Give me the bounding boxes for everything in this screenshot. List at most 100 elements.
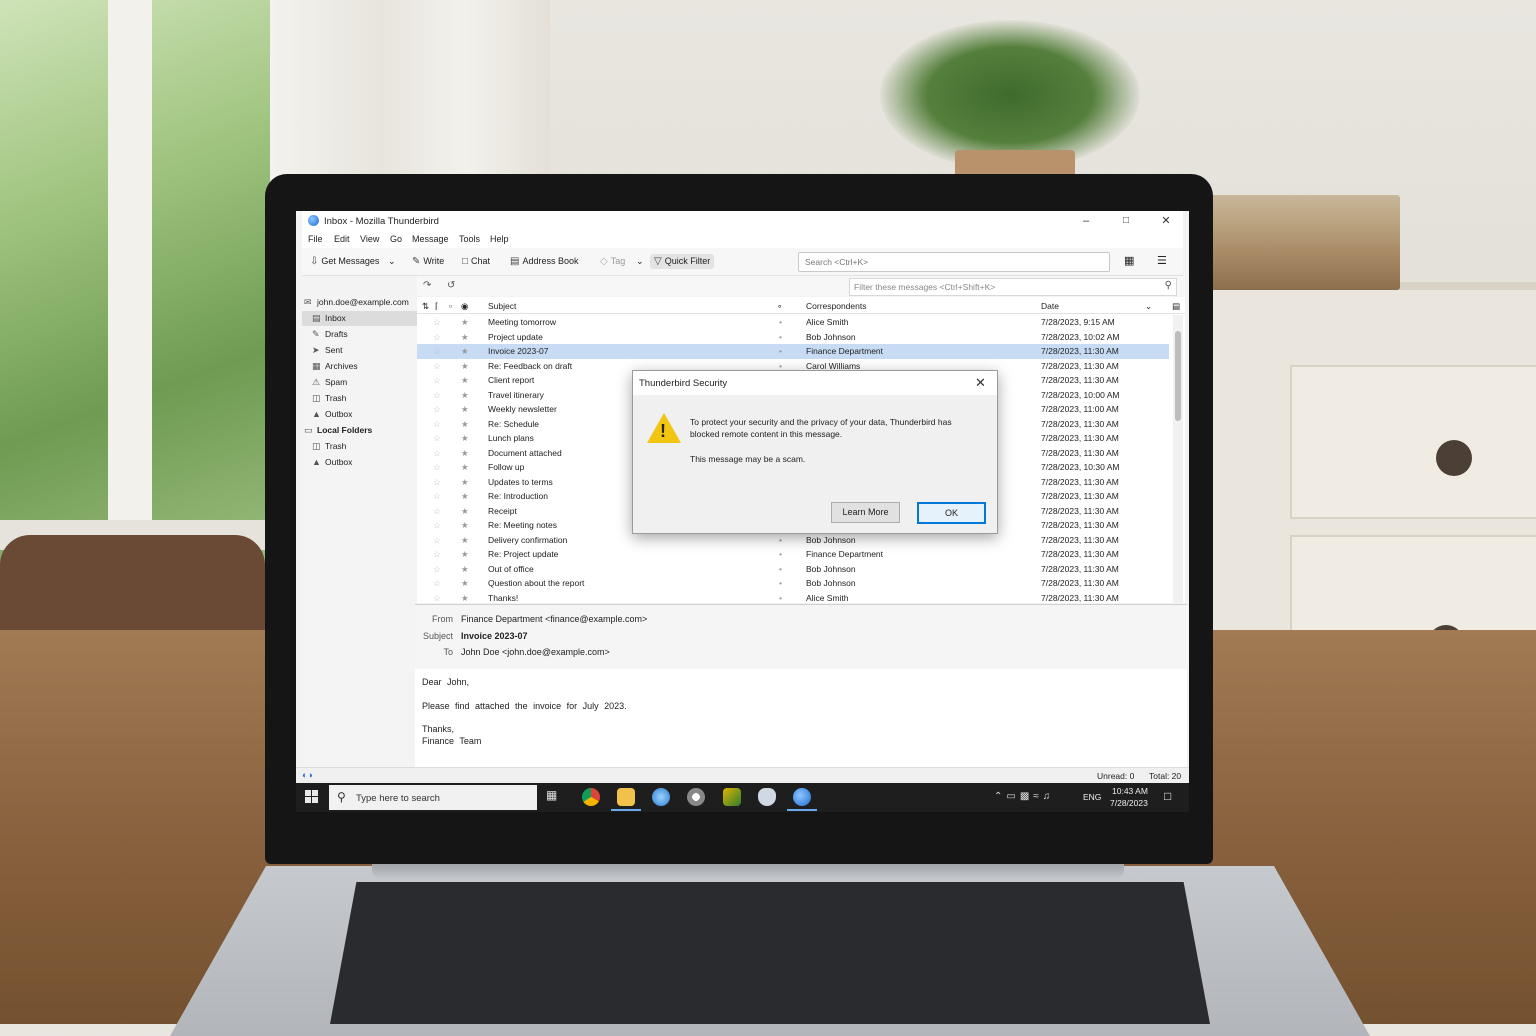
star-icon[interactable]: ☆ xyxy=(433,489,441,504)
star-icon[interactable]: ☆ xyxy=(433,576,441,591)
message-row[interactable]: ☆ ★ Re: Project update • Finance Department 7… xyxy=(417,547,1169,562)
chrome-icon[interactable] xyxy=(582,788,600,806)
read-dot-icon[interactable]: • xyxy=(779,344,782,359)
global-search-box[interactable]: Search <Ctrl+K> xyxy=(798,252,1110,272)
thread-star-icon[interactable]: ★ xyxy=(461,315,469,330)
write-button[interactable]: ✎ Write xyxy=(412,254,444,269)
folder-local-folders[interactable]: ▭ Local Folders xyxy=(302,423,417,438)
app-tile-icon[interactable] xyxy=(723,788,741,806)
online-status-icon[interactable]: ◐◑ xyxy=(302,770,313,780)
from-value[interactable]: Finance Department <finance@example.com> xyxy=(461,614,647,624)
ok-button[interactable]: OK xyxy=(917,502,986,524)
read-dot-icon[interactable]: • xyxy=(779,315,782,330)
menu-tools[interactable]: Tools xyxy=(459,234,480,244)
read-column-icon[interactable]: ◉ xyxy=(461,301,468,312)
shield-icon[interactable] xyxy=(758,788,776,806)
thread-star-icon[interactable]: ★ xyxy=(461,518,469,533)
star-icon[interactable]: ☆ xyxy=(433,446,441,461)
folder-local-outbox[interactable]: ▲ Outbox xyxy=(302,455,417,470)
global-search-input[interactable]: Search <Ctrl+K> xyxy=(805,257,868,267)
star-icon[interactable]: ☆ xyxy=(433,315,441,330)
read-dot-icon[interactable]: • xyxy=(779,591,782,606)
filter-box[interactable]: Filter these messages <Ctrl+Shift+K> ⚲ xyxy=(849,278,1177,296)
star-icon[interactable]: ☆ xyxy=(433,373,441,388)
folder-local-trash[interactable]: ◫ Trash xyxy=(302,439,417,454)
message-row[interactable]: ☆ ★ Question about the report • Bob Johnson 7… xyxy=(417,576,1169,591)
column-subject[interactable]: Subject xyxy=(488,301,516,311)
thread-star-icon[interactable]: ★ xyxy=(461,431,469,446)
windows-start-icon[interactable] xyxy=(305,790,319,804)
message-row[interactable]: ☆ ★ Project update • Bob Johnson 7/28/2023, 1… xyxy=(417,330,1169,345)
menu-view[interactable]: View xyxy=(360,234,379,244)
address-book-button[interactable]: ▤ Address Book xyxy=(510,254,578,269)
thread-column-icon[interactable]: ⇅ xyxy=(422,301,429,312)
thread-star-icon[interactable]: ★ xyxy=(461,576,469,591)
tag-dropdown[interactable]: ⌄ xyxy=(636,254,644,269)
thread-star-icon[interactable]: ★ xyxy=(461,547,469,562)
thread-star-icon[interactable]: ★ xyxy=(461,388,469,403)
star-icon[interactable]: ☆ xyxy=(433,344,441,359)
dialog-titlebar[interactable]: Thunderbird Security ✕ xyxy=(633,371,997,395)
close-button[interactable]: ✕ xyxy=(1156,213,1176,229)
star-icon[interactable]: ☆ xyxy=(433,547,441,562)
folder-archives[interactable]: ▦ Archives xyxy=(302,359,417,374)
folder-spam[interactable]: ⚠ Spam xyxy=(302,375,417,390)
message-row[interactable]: ☆ ★ Out of office • Bob Johnson 7/28/2023, 11… xyxy=(417,562,1169,577)
star-icon[interactable]: ☆ xyxy=(433,460,441,475)
get-messages-dropdown[interactable]: ⌄ xyxy=(388,254,396,269)
file-explorer-icon[interactable] xyxy=(611,788,641,811)
clock-date[interactable]: 7/28/2023 xyxy=(1110,798,1148,808)
calendar-icon[interactable]: ▦ xyxy=(1124,254,1134,269)
menu-help[interactable]: Help xyxy=(490,234,509,244)
taskbar-search-input[interactable]: Type here to search xyxy=(356,793,440,804)
thread-star-icon[interactable]: ★ xyxy=(461,446,469,461)
thread-star-icon[interactable]: ★ xyxy=(461,460,469,475)
thread-star-icon[interactable]: ★ xyxy=(461,475,469,490)
filter-input[interactable]: Filter these messages <Ctrl+Shift+K> xyxy=(854,282,995,292)
task-view-icon[interactable]: ▦ xyxy=(546,788,564,806)
clock-time[interactable]: 10:43 AM xyxy=(1112,786,1148,796)
quick-filter-button[interactable]: ▽ Quick Filter xyxy=(650,254,715,269)
app-titlebar[interactable]: Inbox - Mozilla Thunderbird – □ ✕ xyxy=(302,211,1183,231)
notification-icon[interactable]: □ xyxy=(1164,789,1171,803)
thunderbird-taskbar-icon[interactable] xyxy=(787,788,817,811)
thread-star-icon[interactable]: ★ xyxy=(461,504,469,519)
taskbar-search-box[interactable]: ⚲ Type here to search xyxy=(329,785,537,810)
message-row[interactable]: ☆ ★ Thanks! • Alice Smith 7/28/2023, 11:30 AM xyxy=(417,591,1169,606)
read-dot-icon[interactable]: • xyxy=(779,547,782,562)
learn-more-button[interactable]: Learn More xyxy=(831,502,900,523)
column-date[interactable]: Date xyxy=(1041,301,1059,311)
language-indicator[interactable]: ENG xyxy=(1083,792,1101,802)
attachment-column-icon[interactable]: ⌈ xyxy=(435,301,438,312)
get-messages-button[interactable]: ⇩ Get Messages xyxy=(310,254,379,269)
unread-filter-icon[interactable]: ↺ xyxy=(447,280,455,291)
thread-star-icon[interactable]: ★ xyxy=(461,359,469,374)
star-icon[interactable]: ☆ xyxy=(433,402,441,417)
thread-star-icon[interactable]: ★ xyxy=(461,489,469,504)
thread-star-icon[interactable]: ★ xyxy=(461,373,469,388)
tag-button[interactable]: ◇ Tag xyxy=(600,254,625,269)
scroll-thumb[interactable] xyxy=(1175,331,1181,421)
star-icon[interactable]: ☆ xyxy=(433,431,441,446)
star-icon[interactable]: ☆ xyxy=(433,417,441,432)
thread-star-icon[interactable]: ★ xyxy=(461,330,469,345)
read-dot-icon[interactable]: • xyxy=(779,576,782,591)
message-row[interactable]: ☆ ★ Invoice 2023-07 • Finance Department 7/28… xyxy=(417,344,1169,359)
menu-edit[interactable]: Edit xyxy=(334,234,350,244)
star-icon[interactable]: ☆ xyxy=(433,518,441,533)
thread-star-icon[interactable]: ★ xyxy=(461,402,469,417)
folder-outbox[interactable]: ▲ Outbox xyxy=(302,407,417,422)
thread-star-icon[interactable]: ★ xyxy=(461,591,469,606)
read-dot-icon[interactable]: • xyxy=(779,330,782,345)
menu-message[interactable]: Message xyxy=(412,234,449,244)
message-list-scrollbar[interactable] xyxy=(1173,315,1183,603)
sticky-filter-icon[interactable]: ↷ xyxy=(423,280,431,291)
star-icon[interactable]: ☆ xyxy=(433,533,441,548)
star-icon[interactable]: ☆ xyxy=(433,591,441,606)
folder-sent[interactable]: ➤ Sent xyxy=(302,343,417,358)
star-icon[interactable]: ☆ xyxy=(433,359,441,374)
dialog-close-icon[interactable]: ✕ xyxy=(975,375,986,391)
folder-drafts[interactable]: ✎ Drafts xyxy=(302,327,417,342)
star-icon[interactable]: ☆ xyxy=(433,562,441,577)
column-picker-icon[interactable]: ▤ xyxy=(1172,301,1180,312)
